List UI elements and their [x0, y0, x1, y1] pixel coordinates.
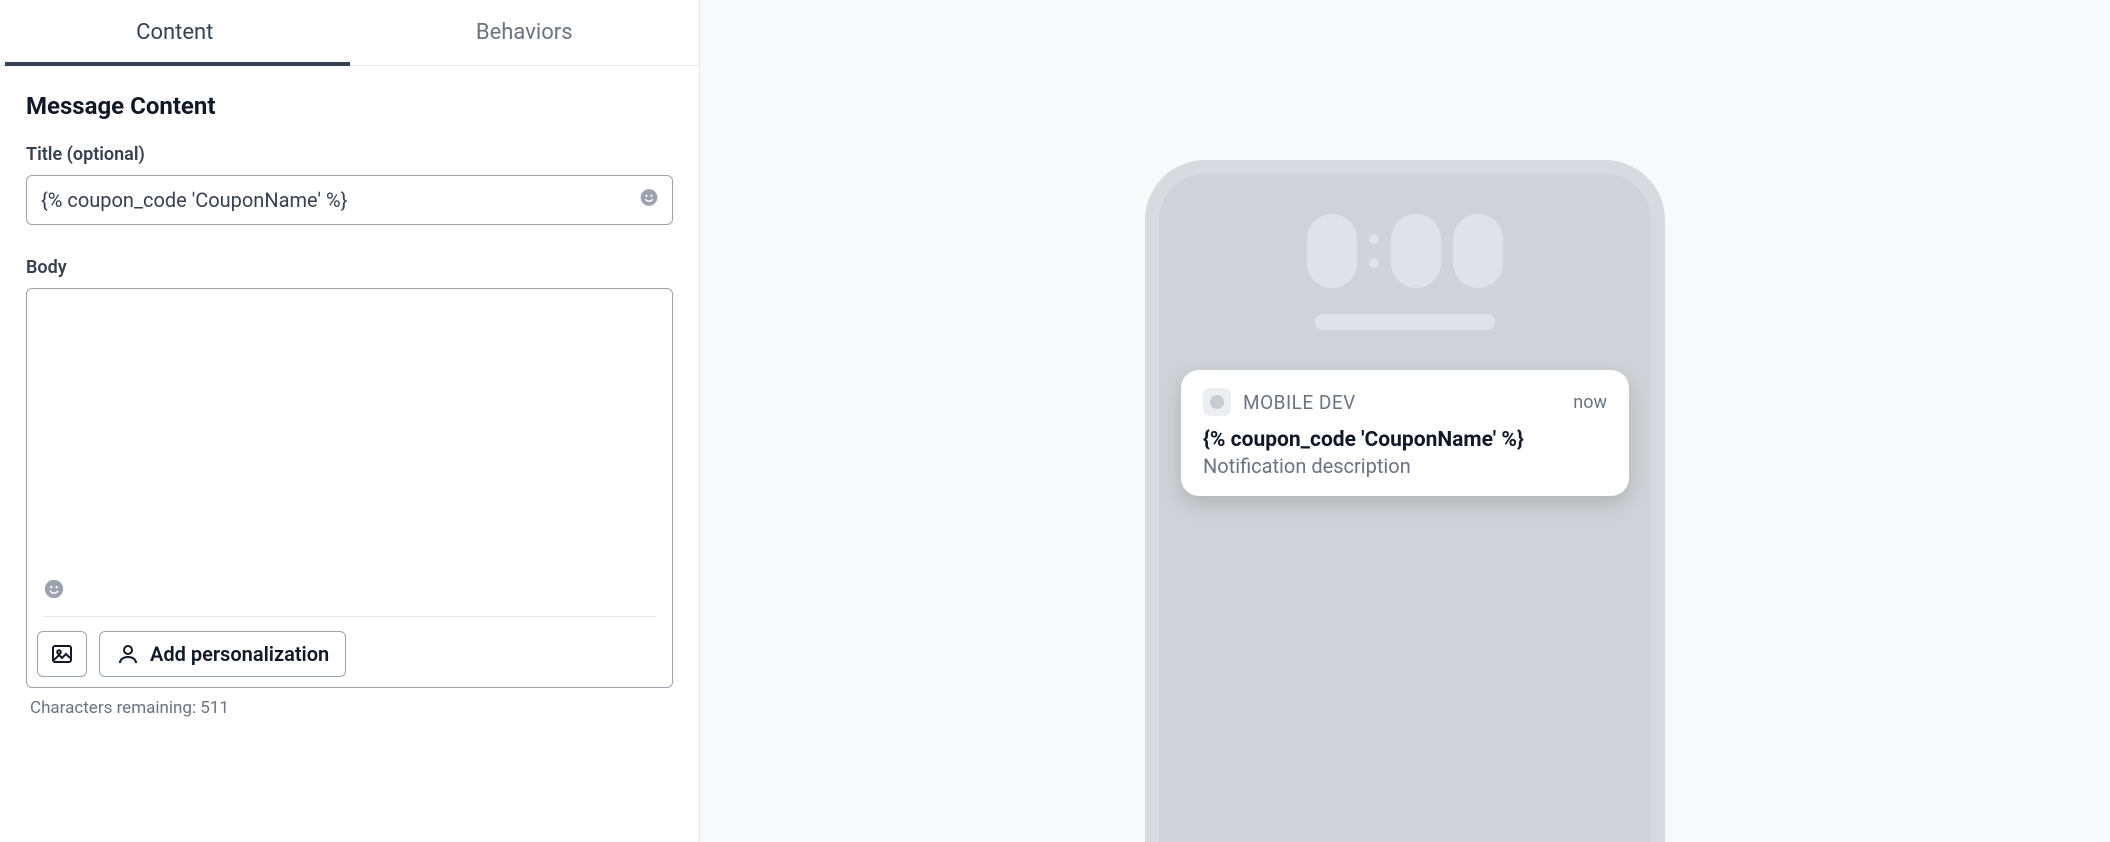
body-box: Add personalization: [26, 288, 673, 688]
add-image-button[interactable]: [37, 631, 87, 677]
phone-clock-placeholder: [1181, 214, 1629, 288]
section-title: Message Content: [26, 92, 673, 120]
title-input[interactable]: [26, 175, 673, 225]
tabs: Content Behaviors: [0, 0, 699, 66]
image-icon: [50, 642, 74, 666]
action-row: Add personalization: [37, 631, 662, 677]
notification-title: {% coupon_code 'CouponName' %}: [1203, 428, 1607, 452]
person-icon: [116, 642, 140, 666]
notification-header: MOBILE DEV now: [1203, 388, 1607, 416]
notification-preview: MOBILE DEV now {% coupon_code 'CouponNam…: [1181, 370, 1629, 496]
form-area: Message Content Title (optional) Body Ad…: [0, 66, 699, 744]
add-personalization-button[interactable]: Add personalization: [99, 631, 346, 677]
title-input-wrap: [26, 175, 673, 225]
tab-behaviors[interactable]: Behaviors: [350, 0, 700, 65]
app-icon: [1203, 388, 1231, 416]
phone-mockup: MOBILE DEV now {% coupon_code 'CouponNam…: [1145, 160, 1665, 842]
title-label: Title (optional): [26, 144, 673, 165]
add-personalization-label: Add personalization: [150, 642, 329, 666]
tab-content[interactable]: Content: [0, 0, 350, 65]
chars-remaining: Characters remaining: 511: [30, 698, 673, 718]
preview-panel: MOBILE DEV now {% coupon_code 'CouponNam…: [700, 0, 2110, 842]
app-name: MOBILE DEV: [1243, 391, 1561, 414]
divider: [43, 616, 656, 617]
emoji-icon[interactable]: [639, 188, 659, 213]
editor-panel: Content Behaviors Message Content Title …: [0, 0, 700, 842]
emoji-icon[interactable]: [43, 578, 65, 606]
body-textarea[interactable]: [37, 299, 662, 574]
notification-description: Notification description: [1203, 454, 1607, 478]
notification-time: now: [1573, 392, 1607, 413]
body-label: Body: [26, 257, 673, 278]
phone-date-placeholder: [1315, 314, 1495, 330]
